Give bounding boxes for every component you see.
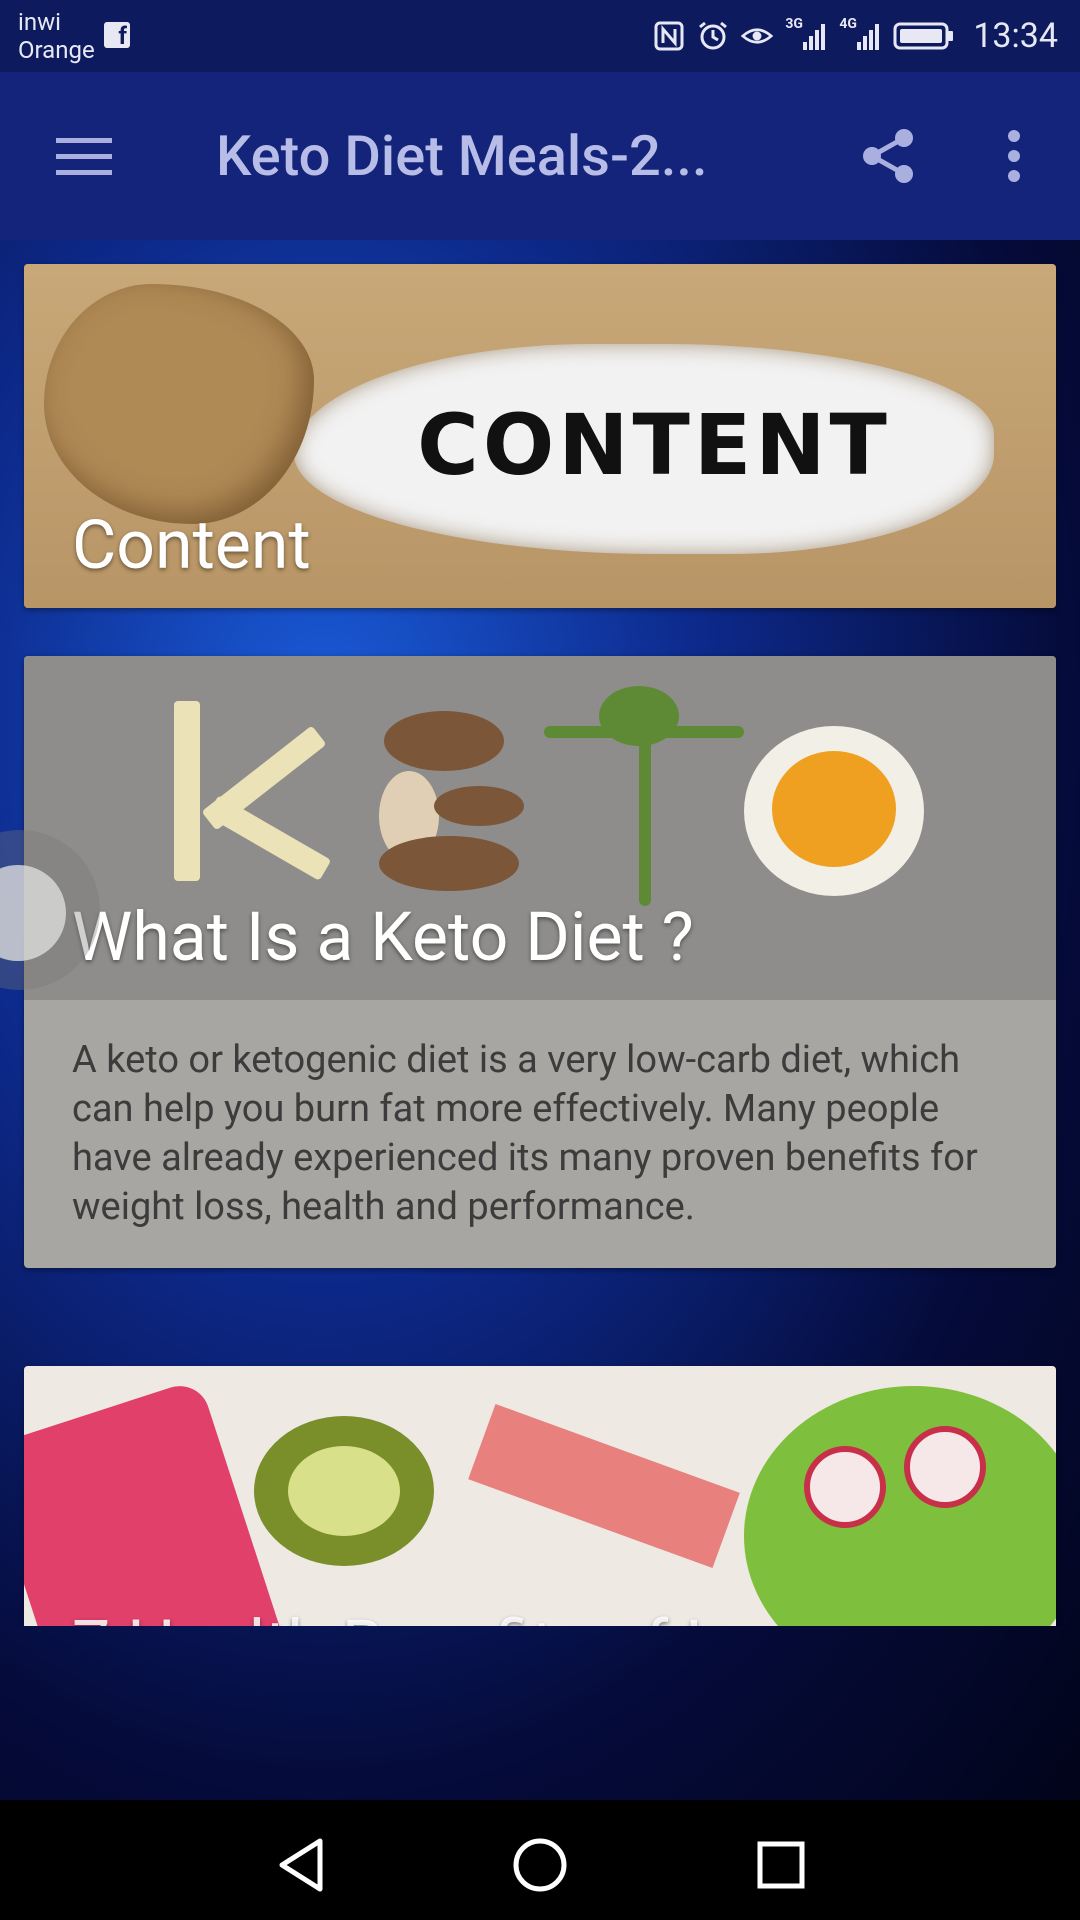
share-button[interactable]	[852, 120, 924, 192]
cheese-stick	[174, 701, 200, 881]
hamburger-menu-icon	[56, 138, 112, 175]
card-description: A keto or ketogenic diet is a very low-c…	[72, 1038, 978, 1229]
signal-4g-label: 4G	[839, 16, 857, 32]
card-list[interactable]: CONTENT Content What Is a Keto Diet ? A …	[0, 240, 1080, 1626]
signal-3g-label: 3G	[785, 16, 803, 32]
brazil-nut	[379, 836, 519, 891]
recents-square-icon	[757, 1841, 805, 1889]
health-food-image	[24, 1366, 1056, 1626]
home-button[interactable]	[505, 1830, 575, 1900]
card-what-is-keto[interactable]: What Is a Keto Diet ? A keto or ketogeni…	[24, 656, 1056, 1268]
battery-icon	[893, 20, 955, 52]
kiwi-flesh	[288, 1446, 400, 1536]
radish-slice	[904, 1426, 986, 1508]
brazil-nut	[384, 711, 504, 771]
app-toolbar: Keto Diet Meals-2...	[0, 72, 1080, 240]
radish-slice	[804, 1446, 886, 1528]
brazil-nut	[434, 786, 524, 826]
card-image: 7 Health Benefits of Low-	[24, 1366, 1056, 1626]
more-vertical-icon	[1008, 130, 1020, 182]
nfc-icon	[653, 20, 685, 52]
measuring-tape	[468, 1403, 740, 1569]
carrier-line-1: inwi	[18, 8, 61, 36]
share-icon	[863, 129, 913, 183]
card-title: Content	[72, 505, 311, 585]
card-title: 7 Health Benefits of Low-	[72, 1606, 830, 1626]
card-content[interactable]: CONTENT Content	[24, 264, 1056, 608]
status-icons: 3G 4G 13:34	[653, 14, 1058, 58]
back-triangle-icon	[279, 1838, 323, 1892]
system-navigation-bar	[0, 1800, 1080, 1920]
signal-3g-icon: 3G	[785, 16, 827, 52]
carrier-line-2: Orange	[18, 36, 95, 64]
egg	[744, 726, 924, 896]
home-circle-icon	[513, 1838, 567, 1892]
salad-bowl	[744, 1386, 1056, 1626]
card-title: What Is a Keto Diet ?	[72, 897, 694, 977]
broccoli-floret	[599, 686, 679, 746]
back-button[interactable]	[266, 1830, 336, 1900]
facebook-icon: f	[104, 22, 130, 50]
recents-button[interactable]	[746, 1830, 816, 1900]
image-word: CONTENT	[417, 396, 891, 494]
egg-yolk	[772, 751, 896, 867]
card-health-benefits[interactable]: 7 Health Benefits of Low-	[24, 1366, 1056, 1626]
eye-icon	[741, 20, 774, 52]
card-image: CONTENT Content	[24, 264, 1056, 608]
clock: 13:34	[973, 16, 1058, 56]
more-options-button[interactable]	[978, 120, 1050, 192]
carrier-label: inwi Orange	[18, 8, 95, 64]
alarm-icon	[697, 20, 729, 52]
kiwi	[254, 1416, 434, 1566]
torn-paper-hole: CONTENT	[294, 344, 994, 554]
cheese-stick	[206, 795, 332, 881]
paper-curl	[44, 284, 314, 524]
navigation-menu-button[interactable]	[40, 120, 128, 192]
app-title: Keto Diet Meals-2...	[216, 124, 708, 188]
signal-4g-icon: 4G	[839, 16, 881, 52]
card-image: What Is a Keto Diet ?	[24, 656, 1056, 1000]
status-bar: inwi Orange f 3G 4G 13:34	[0, 0, 1080, 72]
